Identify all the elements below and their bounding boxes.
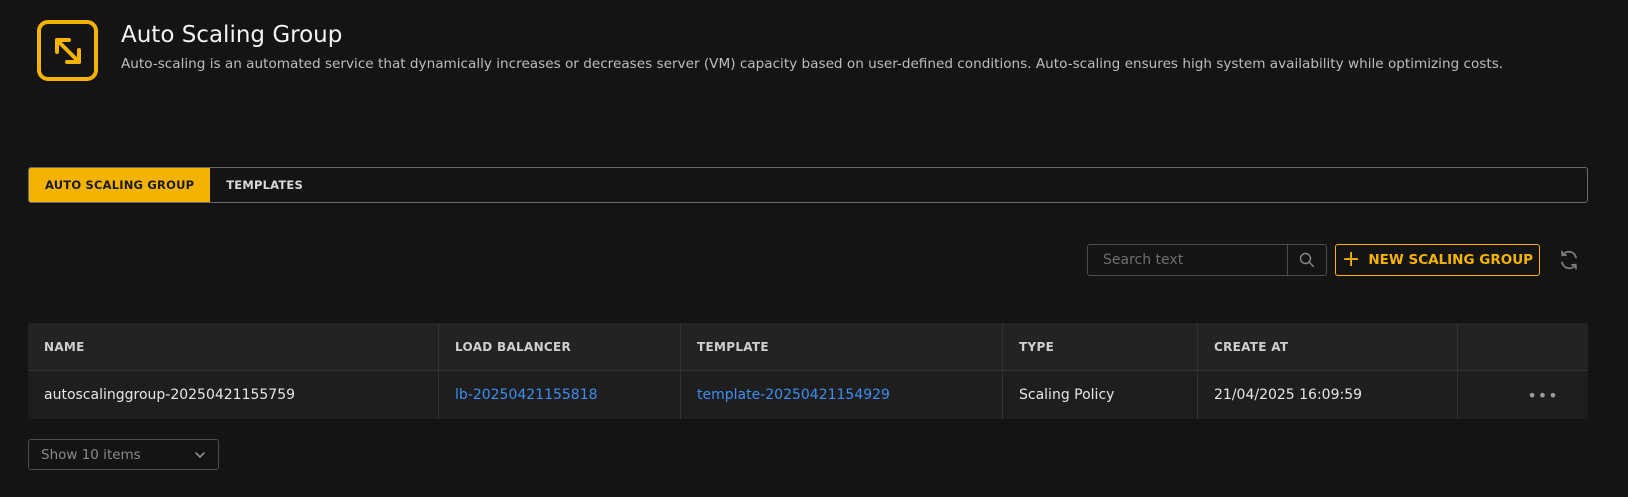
search-input[interactable] [1088,245,1287,275]
new-scaling-group-button[interactable]: + NEW SCALING GROUP [1335,244,1540,276]
template-link[interactable]: template-20250421154929 [697,387,890,403]
search-icon [1299,252,1315,268]
tab-bar: AUTO SCALING GROUP TEMPLATES [28,167,1588,203]
page-title: Auto Scaling Group [121,22,343,48]
tab-templates[interactable]: TEMPLATES [210,168,319,202]
chevron-down-icon [195,451,205,458]
plus-icon: + [1341,247,1361,272]
row-created-at: 21/04/2025 16:09:59 [1198,371,1458,419]
column-header-actions [1458,323,1588,370]
column-header-name: NAME [28,323,439,370]
page-header: Auto Scaling Group Auto-scaling is an au… [37,20,1503,81]
column-header-type: TYPE [1003,323,1198,370]
row-name: autoscalinggroup-20250421155759 [28,371,439,419]
new-scaling-group-label: NEW SCALING GROUP [1368,252,1534,268]
page-size-select[interactable]: Show 10 items [28,439,219,470]
page-description: Auto-scaling is an automated service tha… [121,56,1504,72]
scaling-group-table: NAME LOAD BALANCER TEMPLATE TYPE CREATE … [28,323,1588,419]
search-button[interactable] [1287,245,1326,275]
table-row: autoscalinggroup-20250421155759 lb-20250… [28,371,1588,419]
column-header-template: TEMPLATE [681,323,1003,370]
tab-auto-scaling-group[interactable]: AUTO SCALING GROUP [29,168,211,202]
column-header-create-at: CREATE AT [1198,323,1458,370]
column-header-load-balancer: LOAD BALANCER [439,323,681,370]
load-balancer-link[interactable]: lb-20250421155818 [455,387,598,403]
table-header-row: NAME LOAD BALANCER TEMPLATE TYPE CREATE … [28,323,1588,371]
row-type: Scaling Policy [1003,371,1198,419]
page-size-label: Show 10 items [41,446,141,463]
resize-arrows-icon [37,20,98,81]
refresh-button[interactable] [1556,247,1582,273]
refresh-icon [1561,250,1577,270]
search-box [1087,244,1327,276]
more-actions-icon[interactable]: ••• [1527,386,1558,405]
